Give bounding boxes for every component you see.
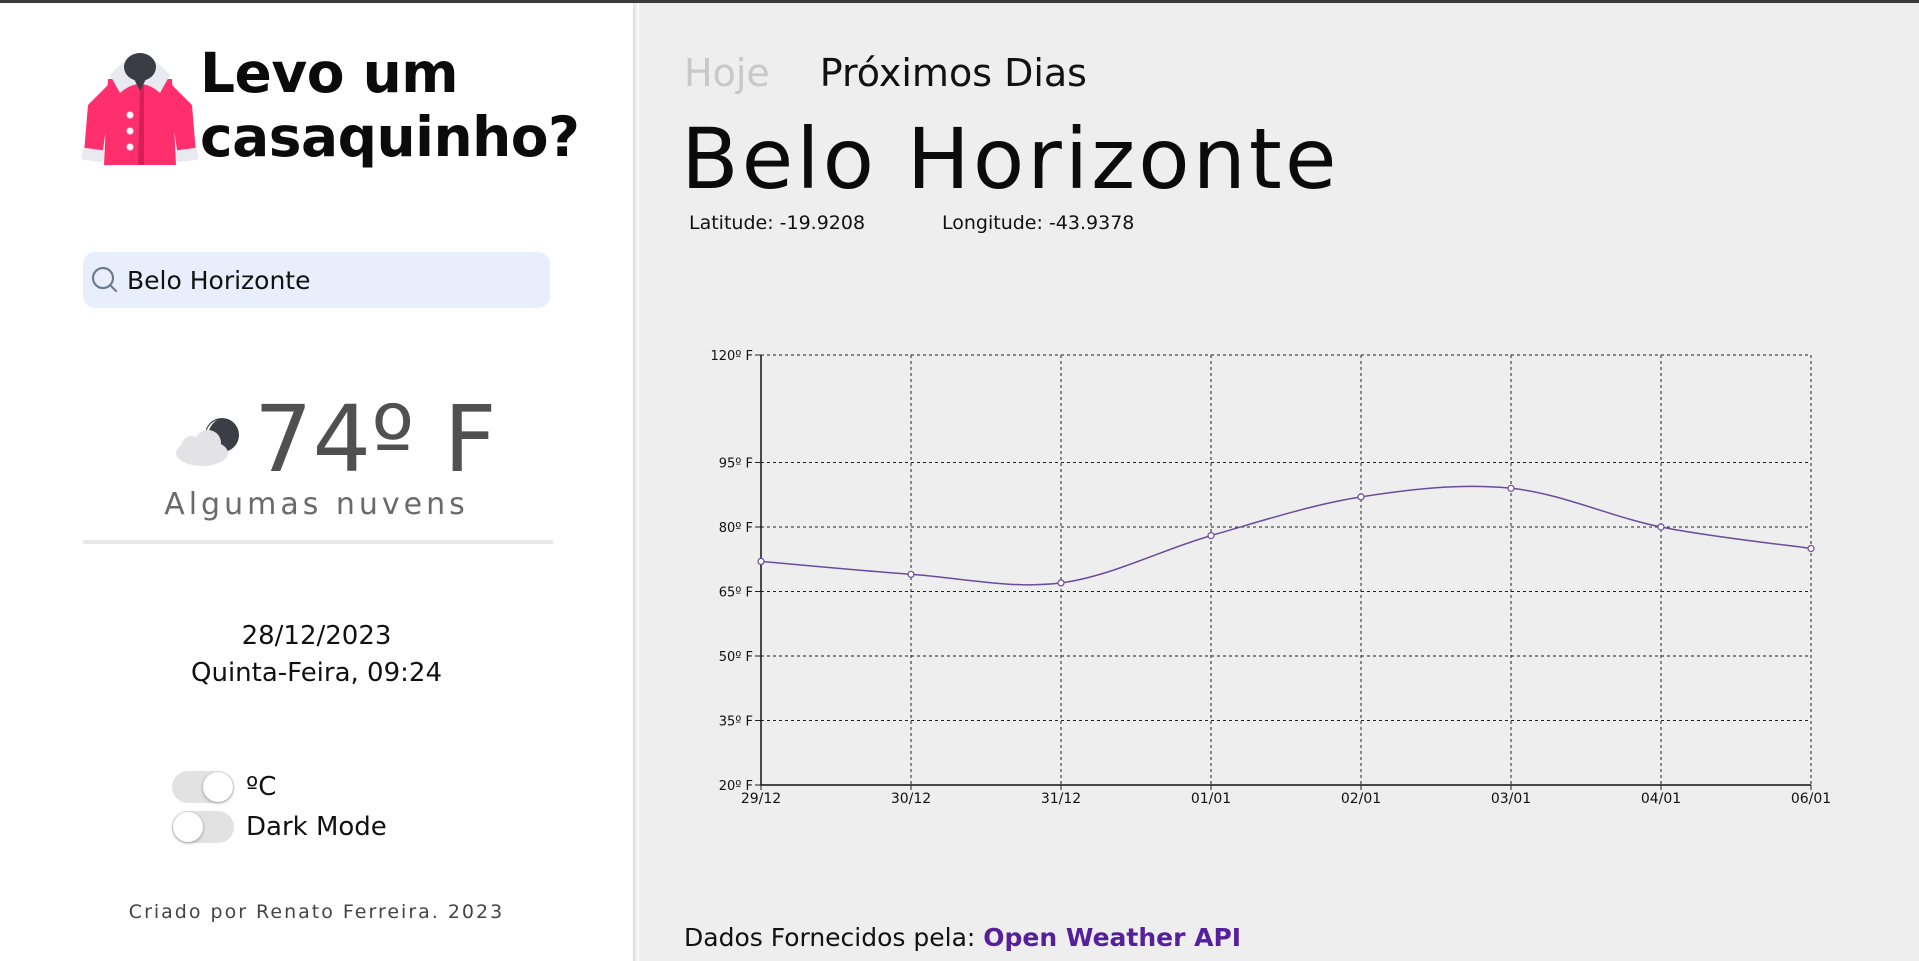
celsius-toggle-row: ºC — [172, 771, 276, 803]
latitude-text: Latitude: -19.9208 — [689, 212, 866, 234]
x-tick-label: 29/12 — [741, 791, 781, 807]
dark-mode-toggle[interactable] — [172, 811, 234, 843]
main-panel: Hoje Próximos Dias Belo Horizonte Latitu… — [639, 3, 1919, 961]
data-point — [1057, 579, 1065, 587]
series-line — [760, 485, 1812, 586]
tab-hoje[interactable]: Hoje — [684, 51, 770, 95]
tab-proximos-dias[interactable]: Próximos Dias — [820, 51, 1087, 95]
y-tick-label: 65º F — [719, 586, 753, 601]
pink-coat-icon — [80, 45, 200, 169]
cloud-moon-icon — [172, 413, 244, 469]
data-point — [907, 570, 915, 578]
longitude-text: Longitude: -43.9378 — [942, 212, 1135, 234]
divider — [83, 540, 553, 544]
search-icon — [83, 252, 127, 308]
search-input[interactable] — [127, 265, 527, 295]
current-temperature: 74º F — [254, 386, 497, 493]
data-point — [757, 557, 765, 565]
y-tick-label: 50º F — [719, 650, 753, 665]
tab-bar: Hoje Próximos Dias — [684, 51, 1137, 95]
current-day-time: Quinta-Feira, 09:24 — [191, 658, 442, 688]
dark-mode-toggle-label: Dark Mode — [246, 812, 387, 842]
data-point — [1207, 532, 1215, 540]
data-source-text: Dados Fornecidos pela: Open Weather API — [684, 923, 1241, 952]
weather-description: Algumas nuvens — [164, 487, 469, 522]
x-tick-label: 06/01 — [1791, 791, 1831, 807]
credits-text: Criado por Renato Ferreira. 2023 — [128, 901, 505, 923]
y-tick-label: 80º F — [719, 521, 753, 536]
city-title: Belo Horizonte — [681, 110, 1340, 208]
app-title: Levo um casaquinho? — [200, 41, 580, 169]
x-tick-label: 02/01 — [1341, 791, 1381, 807]
y-tick-label: 95º F — [719, 457, 753, 472]
celsius-toggle[interactable] — [172, 771, 234, 803]
current-date: 28/12/2023 — [241, 621, 392, 651]
data-source-prefix: Dados Fornecidos pela: — [684, 923, 984, 952]
y-tick-label: 35º F — [719, 715, 753, 730]
x-tick-label: 04/01 — [1641, 791, 1681, 807]
toggle-knob — [203, 772, 233, 802]
x-tick-label: 31/12 — [1041, 791, 1081, 807]
data-point — [1507, 484, 1515, 492]
x-tick-label: 01/01 — [1191, 791, 1231, 807]
open-weather-api-link[interactable]: Open Weather API — [983, 923, 1241, 952]
data-point — [1357, 493, 1365, 501]
data-point — [1807, 544, 1815, 553]
data-point — [1657, 523, 1665, 531]
dark-mode-toggle-row: Dark Mode — [172, 811, 387, 843]
x-tick-label: 03/01 — [1491, 791, 1531, 807]
search-box[interactable] — [83, 252, 550, 308]
celsius-toggle-label: ºC — [246, 772, 277, 802]
y-tick-label: 120º F — [710, 349, 753, 364]
forecast-line-chart: 20º F35º F50º F65º F80º F95º F120º F29/1… — [710, 349, 1831, 807]
toggle-knob — [173, 812, 203, 842]
x-tick-label: 30/12 — [891, 791, 931, 807]
sidebar: Levo um casaquinho? 74º F Algumas nuvens… — [0, 3, 633, 961]
